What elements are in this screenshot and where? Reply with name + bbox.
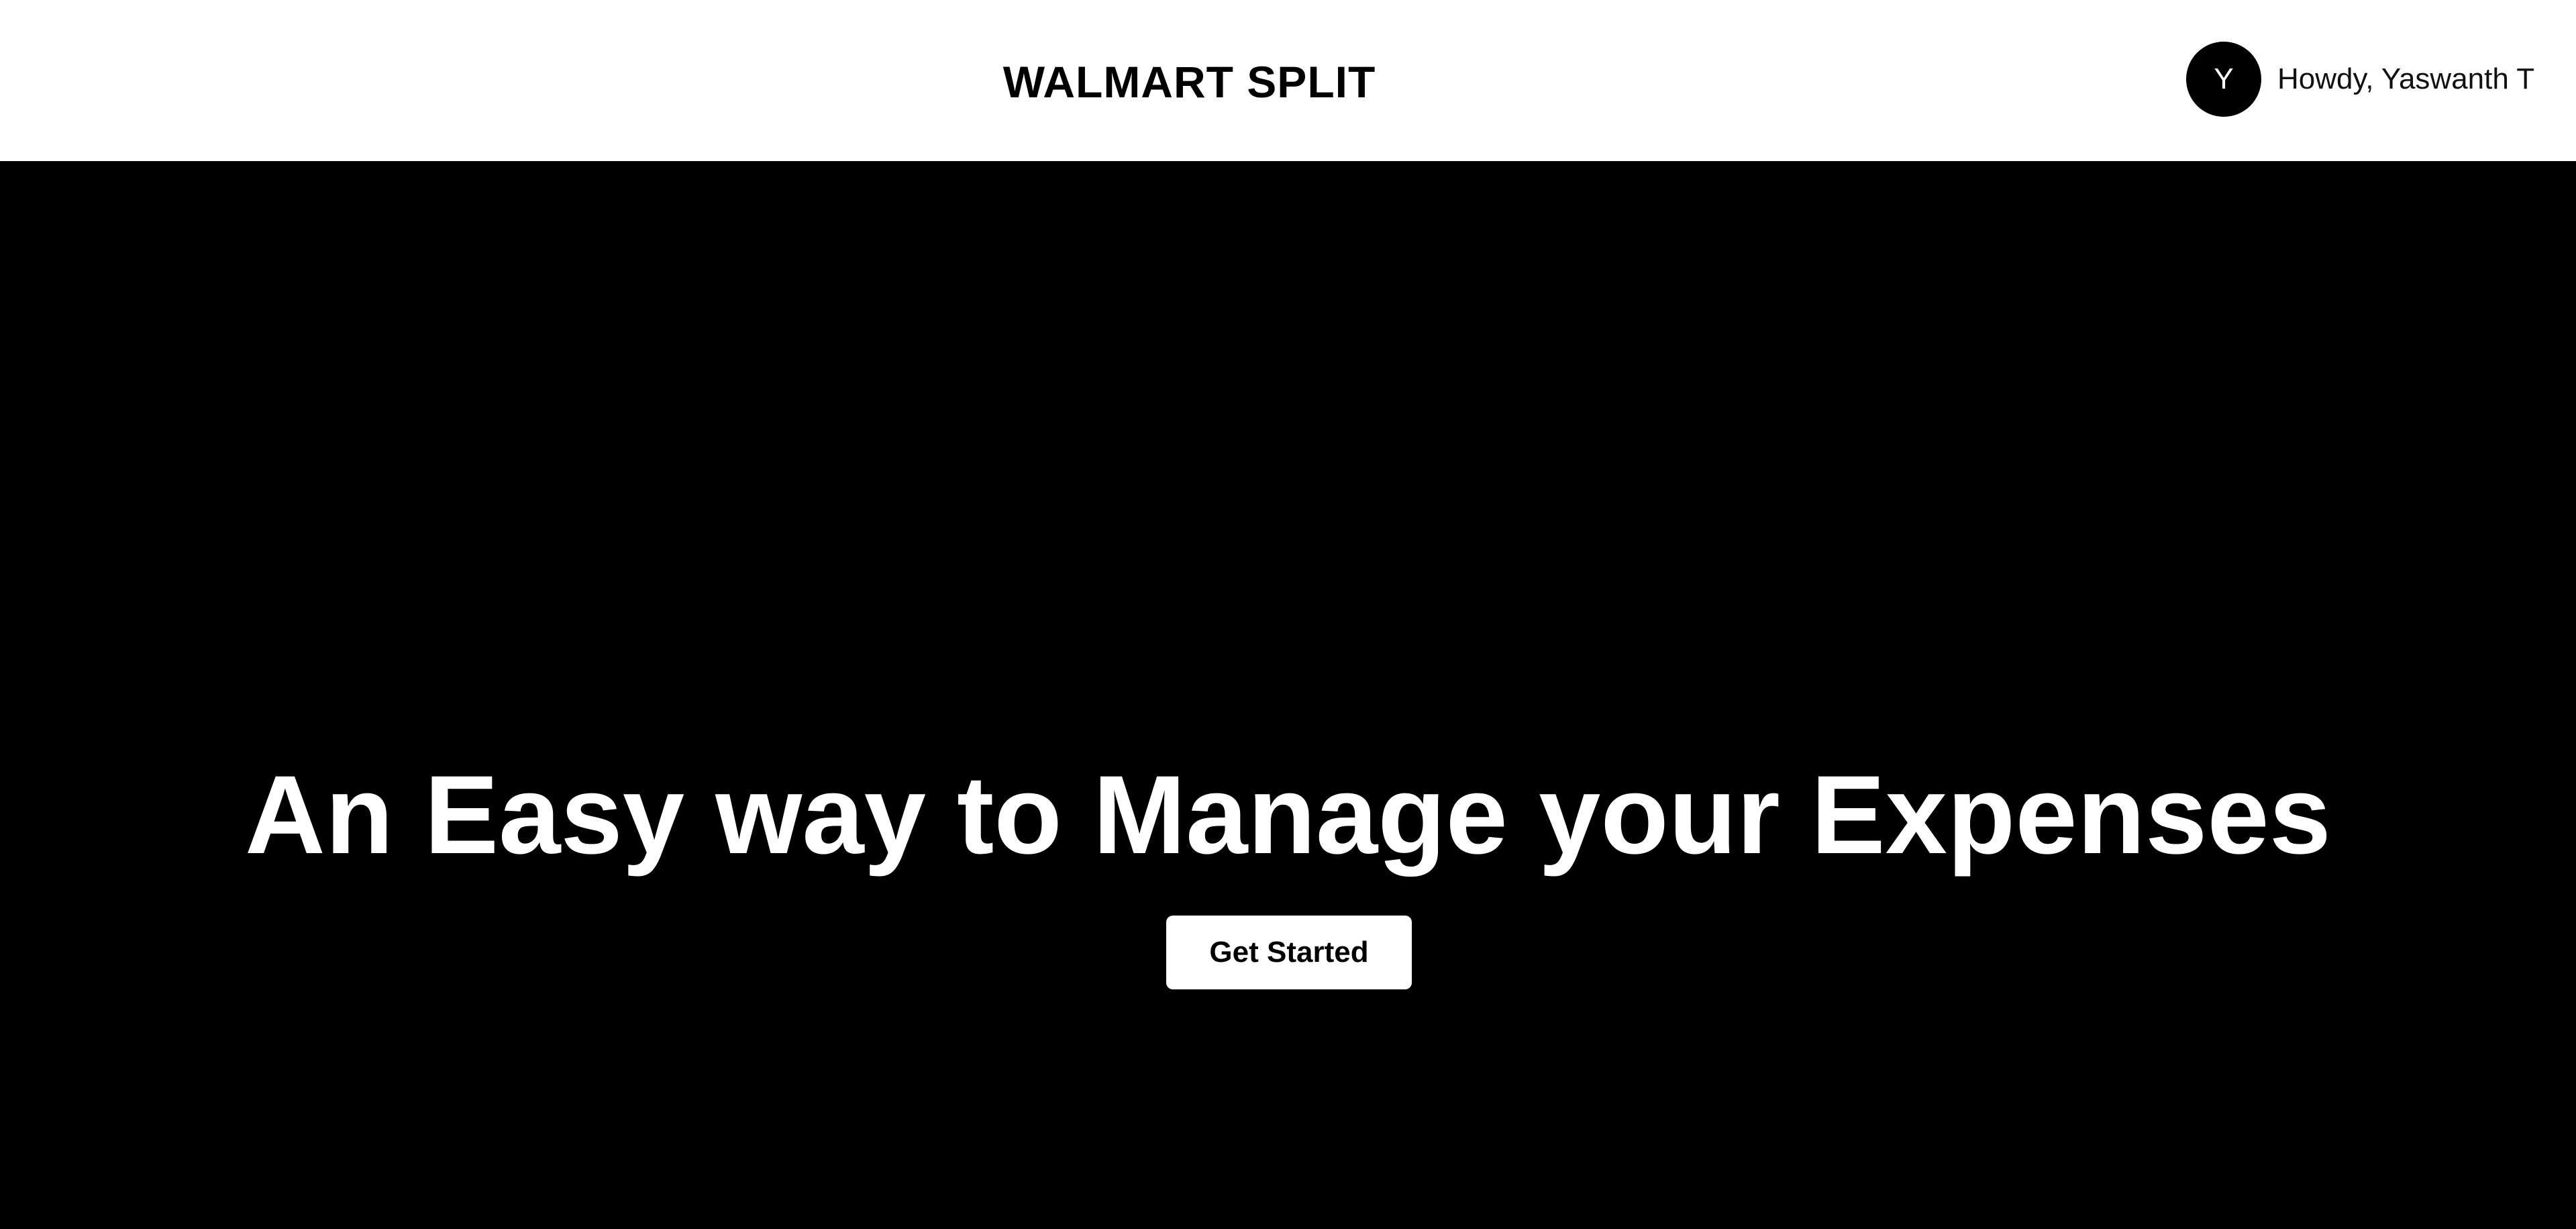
user-greeting: Howdy, Yaswanth T — [2277, 62, 2535, 95]
hero-section: An Easy way to Manage your Expenses Get … — [0, 161, 2576, 1229]
brand-title[interactable]: WALMART SPLIT — [839, 48, 1540, 115]
top-navbar: WALMART SPLIT Y Howdy, Yaswanth T — [0, 0, 2576, 161]
user-avatar[interactable]: Y — [2186, 42, 2261, 117]
user-menu[interactable]: Y Howdy, Yaswanth T — [2186, 42, 2534, 117]
get-started-button[interactable]: Get Started — [1166, 916, 1412, 989]
hero-title: An Easy way to Manage your Expenses — [244, 753, 2331, 877]
